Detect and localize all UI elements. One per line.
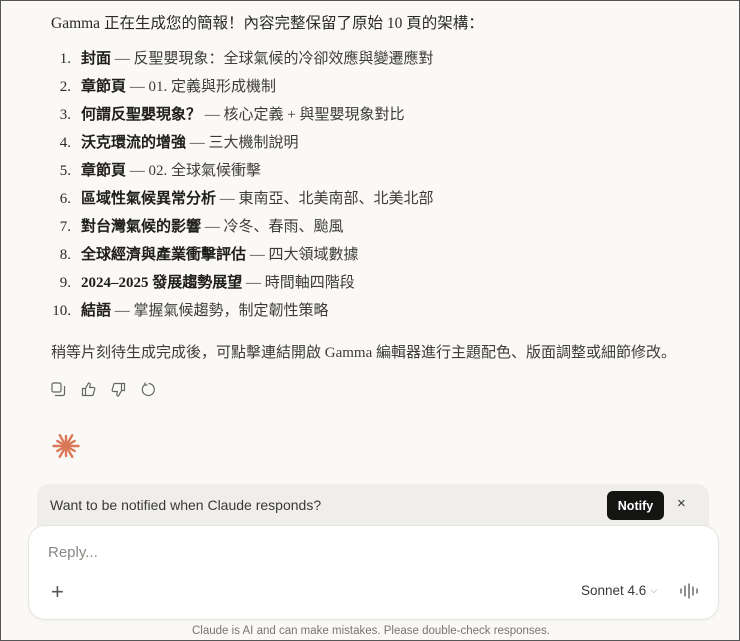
message-actions (50, 381, 157, 398)
item-number: 4. (59, 135, 71, 151)
list-item: 2. 章節頁 — 01. 定義與形成機制 (41, 75, 434, 103)
item-description: — 掌握氣候趨勢，制定韌性策略 (111, 303, 329, 319)
item-description: — 反聖嬰現象：全球氣候的冷卻效應與變遷應對 (111, 51, 434, 67)
add-attachment-button[interactable]: + (51, 579, 64, 605)
item-title: 章節頁 (81, 163, 127, 179)
slide-list: 1. 封面 — 反聖嬰現象：全球氣候的冷卻效應與變遷應對 2. 章節頁 — 01. 定… (41, 47, 434, 327)
list-item: 10. 結語 — 掌握氣候趨勢，制定韌性策略 (41, 299, 434, 327)
list-item: 8. 全球經濟與產業衝擊評估 — 四大領域數據 (41, 243, 434, 271)
message-intro: Gamma 正在生成您的簡報！內容完整保留了原始 10 頁的架構： (51, 15, 484, 32)
item-number: 1. (59, 51, 71, 67)
thumbs-down-icon (111, 382, 126, 397)
item-description: — 四大領域數據 (246, 247, 359, 263)
item-number: 7. (59, 219, 71, 235)
retry-icon (141, 382, 155, 397)
item-number: 9. (59, 275, 71, 291)
list-item: 6. 區域性氣候異常分析 — 東南亞、北美南部、北美北部 (41, 187, 434, 215)
reply-input[interactable] (48, 544, 688, 561)
item-title: 封面 (81, 51, 112, 67)
item-description: — 01. 定義與形成機制 (126, 79, 277, 95)
list-item: 9. 2024–2025 發展趨勢展望 — 時間軸四階段 (41, 271, 434, 299)
message-outro: 稍等片刻待生成完成後，可點擊連結開啟 Gamma 編輯器進行主題配色、版面調整或… (51, 345, 676, 361)
list-item: 3. 何謂反聖嬰現象？ — 核心定義 + 與聖嬰現象對比 (41, 103, 434, 131)
thumbs-down-button[interactable] (110, 381, 127, 398)
thumbs-up-icon (81, 382, 96, 397)
item-title: 章節頁 (81, 79, 127, 95)
copy-icon (51, 382, 66, 397)
item-description: — 02. 全球氣候衝擊 (126, 163, 262, 179)
item-description: — 東南亞、北美南部、北美北部 (216, 191, 434, 207)
item-number: 3. (59, 107, 71, 123)
list-item: 5. 章節頁 — 02. 全球氣候衝擊 (41, 159, 434, 187)
thumbs-up-button[interactable] (80, 381, 97, 398)
disclaimer: Claude is AI and can make mistakes. Plea… (192, 625, 550, 637)
retry-button[interactable] (140, 381, 157, 398)
close-icon[interactable]: × (677, 495, 686, 512)
item-title: 全球經濟與產業衝擊評估 (81, 247, 247, 263)
item-description: — 三大機制說明 (186, 135, 299, 151)
item-description: — 核心定義 + 與聖嬰現象對比 (201, 107, 405, 123)
composer: + Sonnet 4.6 ⌵ (29, 526, 718, 619)
item-title: 結語 (81, 303, 112, 319)
notify-prompt: Want to be notified when Claude responds… (50, 497, 322, 513)
list-item: 1. 封面 — 反聖嬰現象：全球氣候的冷卻效應與變遷應對 (41, 47, 434, 75)
list-item: 7. 對台灣氣候的影響 — 冷冬、春雨、颱風 (41, 215, 434, 243)
model-selector[interactable]: Sonnet 4.6 ⌵ (581, 583, 657, 598)
item-number: 6. (59, 191, 71, 207)
claude-spark-icon (52, 432, 80, 465)
model-name: Sonnet 4.6 (581, 583, 647, 598)
item-title: 沃克環流的增強 (81, 135, 187, 151)
copy-button[interactable] (50, 381, 67, 398)
item-number: 10. (52, 303, 71, 319)
notify-button[interactable]: Notify (607, 491, 664, 520)
item-title: 區域性氣候異常分析 (81, 191, 217, 207)
item-description: — 冷冬、春雨、颱風 (201, 219, 344, 235)
chevron-down-icon: ⌵ (650, 585, 658, 595)
item-description: — 時間軸四階段 (242, 275, 355, 291)
item-title: 何謂反聖嬰現象？ (81, 107, 202, 123)
voice-button[interactable] (679, 583, 699, 604)
list-item: 4. 沃克環流的增強 — 三大機制說明 (41, 131, 434, 159)
item-number: 2. (59, 79, 71, 95)
item-number: 5. (59, 163, 71, 179)
voice-icon (680, 583, 698, 599)
item-title: 對台灣氣候的影響 (81, 219, 202, 235)
item-title: 2024–2025 發展趨勢展望 (81, 275, 243, 291)
item-number: 8. (59, 247, 71, 263)
